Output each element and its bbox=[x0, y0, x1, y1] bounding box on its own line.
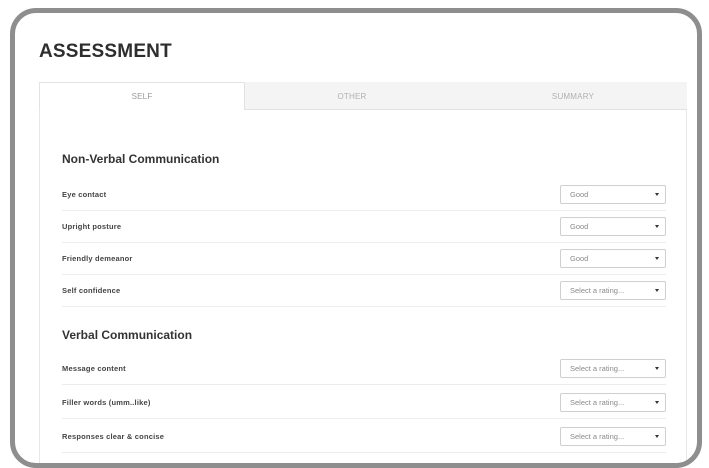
rating-row-label: Message content bbox=[62, 364, 126, 373]
section-title-non-verbal: Non-Verbal Communication bbox=[62, 152, 220, 166]
caret-down-icon bbox=[655, 401, 659, 404]
tab-summary[interactable]: SUMMARY bbox=[459, 82, 687, 110]
caret-down-icon bbox=[655, 289, 659, 292]
tab-self[interactable]: SELF bbox=[39, 82, 245, 111]
caret-down-icon bbox=[655, 257, 659, 260]
rating-select-value: Good bbox=[570, 222, 589, 231]
rating-select-message-content[interactable]: Select a rating... bbox=[560, 359, 666, 378]
rating-select-value: Good bbox=[570, 254, 589, 263]
rating-select-value: Select a rating... bbox=[570, 398, 625, 407]
rating-select-value: Select a rating... bbox=[570, 364, 625, 373]
rating-row-label: Self confidence bbox=[62, 286, 121, 295]
rating-row-label: Eye contact bbox=[62, 190, 107, 199]
rating-row-message-content: Message content Select a rating... bbox=[62, 353, 666, 385]
rating-row-label: Responses clear & concise bbox=[62, 432, 165, 441]
rating-row-filler-words: Filler words (umm..like) Select a rating… bbox=[62, 387, 666, 419]
caret-down-icon bbox=[655, 225, 659, 228]
rating-select-filler-words[interactable]: Select a rating... bbox=[560, 393, 666, 412]
rating-row-self-confidence: Self confidence Select a rating... bbox=[62, 275, 666, 307]
app-frame: ASSESSMENT SELF OTHER SUMMARY Non-Verbal… bbox=[10, 8, 702, 468]
rating-row-label: Filler words (umm..like) bbox=[62, 398, 151, 407]
rating-select-value: Select a rating... bbox=[570, 432, 625, 441]
rating-row-label: Friendly demeanor bbox=[62, 254, 133, 263]
rating-row-upright-posture: Upright posture Good bbox=[62, 211, 666, 243]
rating-select-value: Good bbox=[570, 190, 589, 199]
rating-select-self-confidence[interactable]: Select a rating... bbox=[560, 281, 666, 300]
rating-row-friendly-demeanor: Friendly demeanor Good bbox=[62, 243, 666, 275]
page-title: ASSESSMENT bbox=[39, 41, 172, 62]
section-title-verbal: Verbal Communication bbox=[62, 328, 193, 342]
rating-row-responses-clear: Responses clear & concise Select a ratin… bbox=[62, 421, 666, 453]
tab-bar: SELF OTHER SUMMARY bbox=[39, 82, 687, 111]
rating-select-responses-clear[interactable]: Select a rating... bbox=[560, 427, 666, 446]
rating-select-value: Select a rating... bbox=[570, 286, 625, 295]
rating-select-upright-posture[interactable]: Good bbox=[560, 217, 666, 236]
caret-down-icon bbox=[655, 367, 659, 370]
rating-row-label: Upright posture bbox=[62, 222, 122, 231]
tab-other[interactable]: OTHER bbox=[245, 82, 459, 110]
caret-down-icon bbox=[655, 193, 659, 196]
rating-select-friendly-demeanor[interactable]: Good bbox=[560, 249, 666, 268]
rating-row-eye-contact: Eye contact Good bbox=[62, 179, 666, 211]
assessment-panel: Non-Verbal Communication Eye contact Goo… bbox=[39, 110, 687, 463]
rating-select-eye-contact[interactable]: Good bbox=[560, 185, 666, 204]
